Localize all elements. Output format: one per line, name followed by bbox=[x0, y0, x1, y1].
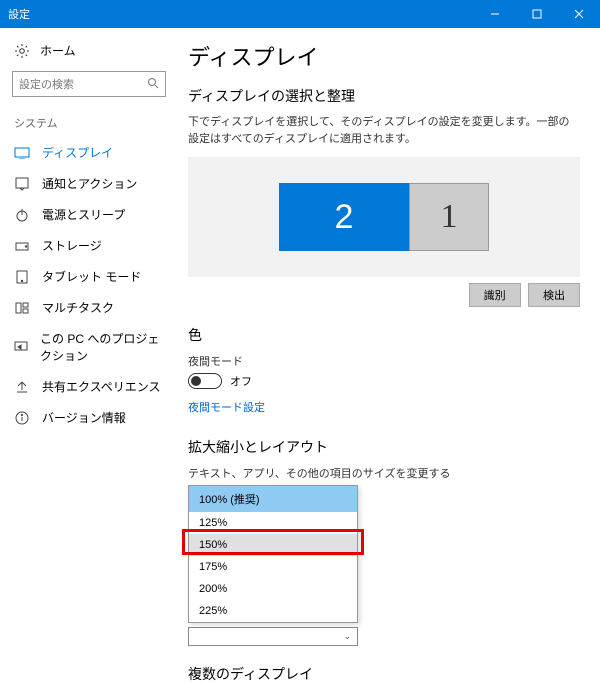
nightlight-label: 夜間モード bbox=[188, 353, 580, 369]
scale-option-125[interactable]: 125% bbox=[189, 512, 357, 534]
sidebar-item-label: この PC へのプロジェクション bbox=[40, 330, 164, 364]
sidebar-item-label: マルチタスク bbox=[42, 299, 114, 316]
scale-select-collapsed[interactable]: ⌄ bbox=[188, 627, 358, 646]
search-input[interactable]: 設定の検索 bbox=[12, 71, 166, 97]
select-arrange-desc: 下でディスプレイを選択して、そのディスプレイの設定を変更します。一部の設定はすべ… bbox=[188, 114, 580, 147]
detect-button[interactable]: 検出 bbox=[528, 283, 580, 307]
scale-option-200[interactable]: 200% bbox=[189, 578, 357, 600]
main-content: ディスプレイ ディスプレイの選択と整理 下でディスプレイを選択して、そのディスプ… bbox=[178, 28, 600, 684]
sidebar-item-power[interactable]: 電源とスリープ bbox=[0, 199, 178, 230]
monitor-1[interactable]: 1 bbox=[409, 183, 489, 251]
sidebar-group-title: システム bbox=[0, 111, 178, 137]
display-icon bbox=[14, 145, 30, 161]
sidebar-item-shared[interactable]: 共有エクスペリエンス bbox=[0, 371, 178, 402]
identify-button[interactable]: 識別 bbox=[469, 283, 521, 307]
sidebar-item-label: 電源とスリープ bbox=[42, 206, 125, 223]
section-color-heading: 色 bbox=[188, 325, 580, 345]
share-icon bbox=[14, 379, 30, 395]
chevron-down-icon: ⌄ bbox=[343, 631, 351, 642]
search-icon bbox=[147, 77, 159, 92]
sidebar-item-label: バージョン情報 bbox=[42, 409, 126, 426]
maximize-button[interactable] bbox=[516, 0, 558, 28]
scale-label: テキスト、アプリ、その他の項目のサイズを変更する bbox=[188, 465, 580, 481]
sidebar-item-display[interactable]: ディスプレイ bbox=[0, 137, 178, 168]
section-multi-heading: 複数のディスプレイ bbox=[188, 664, 580, 684]
sidebar-item-multitask[interactable]: マルチタスク bbox=[0, 292, 178, 323]
storage-icon bbox=[14, 238, 30, 254]
sidebar-home-label: ホーム bbox=[40, 42, 76, 59]
monitor-2[interactable]: 2 bbox=[279, 183, 409, 251]
tablet-icon bbox=[14, 269, 30, 285]
scale-option-150[interactable]: 150% bbox=[189, 534, 357, 556]
sidebar-item-label: タブレット モード bbox=[42, 268, 141, 285]
scale-option-225[interactable]: 225% bbox=[189, 600, 357, 622]
nightlight-settings-link[interactable]: 夜間モード設定 bbox=[188, 399, 265, 415]
title-bar: 設定 bbox=[0, 0, 600, 28]
sidebar: ホーム 設定の検索 システム ディスプレイ 通知とアクション 電源とスリープ ス… bbox=[0, 28, 178, 684]
gear-icon bbox=[14, 43, 30, 59]
window-title: 設定 bbox=[8, 6, 474, 22]
sidebar-item-tablet[interactable]: タブレット モード bbox=[0, 261, 178, 292]
page-title: ディスプレイ bbox=[188, 40, 580, 72]
scale-option-175[interactable]: 175% bbox=[189, 556, 357, 578]
projection-icon bbox=[14, 339, 28, 355]
section-select-arrange-heading: ディスプレイの選択と整理 bbox=[188, 86, 580, 106]
scale-option-100[interactable]: 100% (推奨) bbox=[189, 486, 357, 512]
scale-dropdown[interactable]: 100% (推奨) 125% 150% 175% 200% 225% bbox=[188, 485, 358, 623]
multitask-icon bbox=[14, 300, 30, 316]
display-arrangement-area[interactable]: 2 1 bbox=[188, 157, 580, 277]
sidebar-item-storage[interactable]: ストレージ bbox=[0, 230, 178, 261]
sidebar-item-projection[interactable]: この PC へのプロジェクション bbox=[0, 323, 178, 371]
close-button[interactable] bbox=[558, 0, 600, 28]
sidebar-item-about[interactable]: バージョン情報 bbox=[0, 402, 178, 433]
nightlight-toggle[interactable] bbox=[188, 373, 222, 389]
info-icon bbox=[14, 410, 30, 426]
sidebar-item-label: ストレージ bbox=[42, 237, 102, 254]
notification-icon bbox=[14, 176, 30, 192]
search-placeholder: 設定の検索 bbox=[19, 76, 147, 92]
sidebar-item-label: ディスプレイ bbox=[42, 144, 113, 161]
section-scale-heading: 拡大縮小とレイアウト bbox=[188, 437, 580, 457]
nightlight-state: オフ bbox=[230, 373, 252, 389]
sidebar-home[interactable]: ホーム bbox=[0, 36, 178, 65]
sidebar-item-label: 共有エクスペリエンス bbox=[42, 378, 161, 395]
power-icon bbox=[14, 207, 30, 223]
sidebar-item-label: 通知とアクション bbox=[42, 175, 137, 192]
minimize-button[interactable] bbox=[474, 0, 516, 28]
sidebar-item-notifications[interactable]: 通知とアクション bbox=[0, 168, 178, 199]
